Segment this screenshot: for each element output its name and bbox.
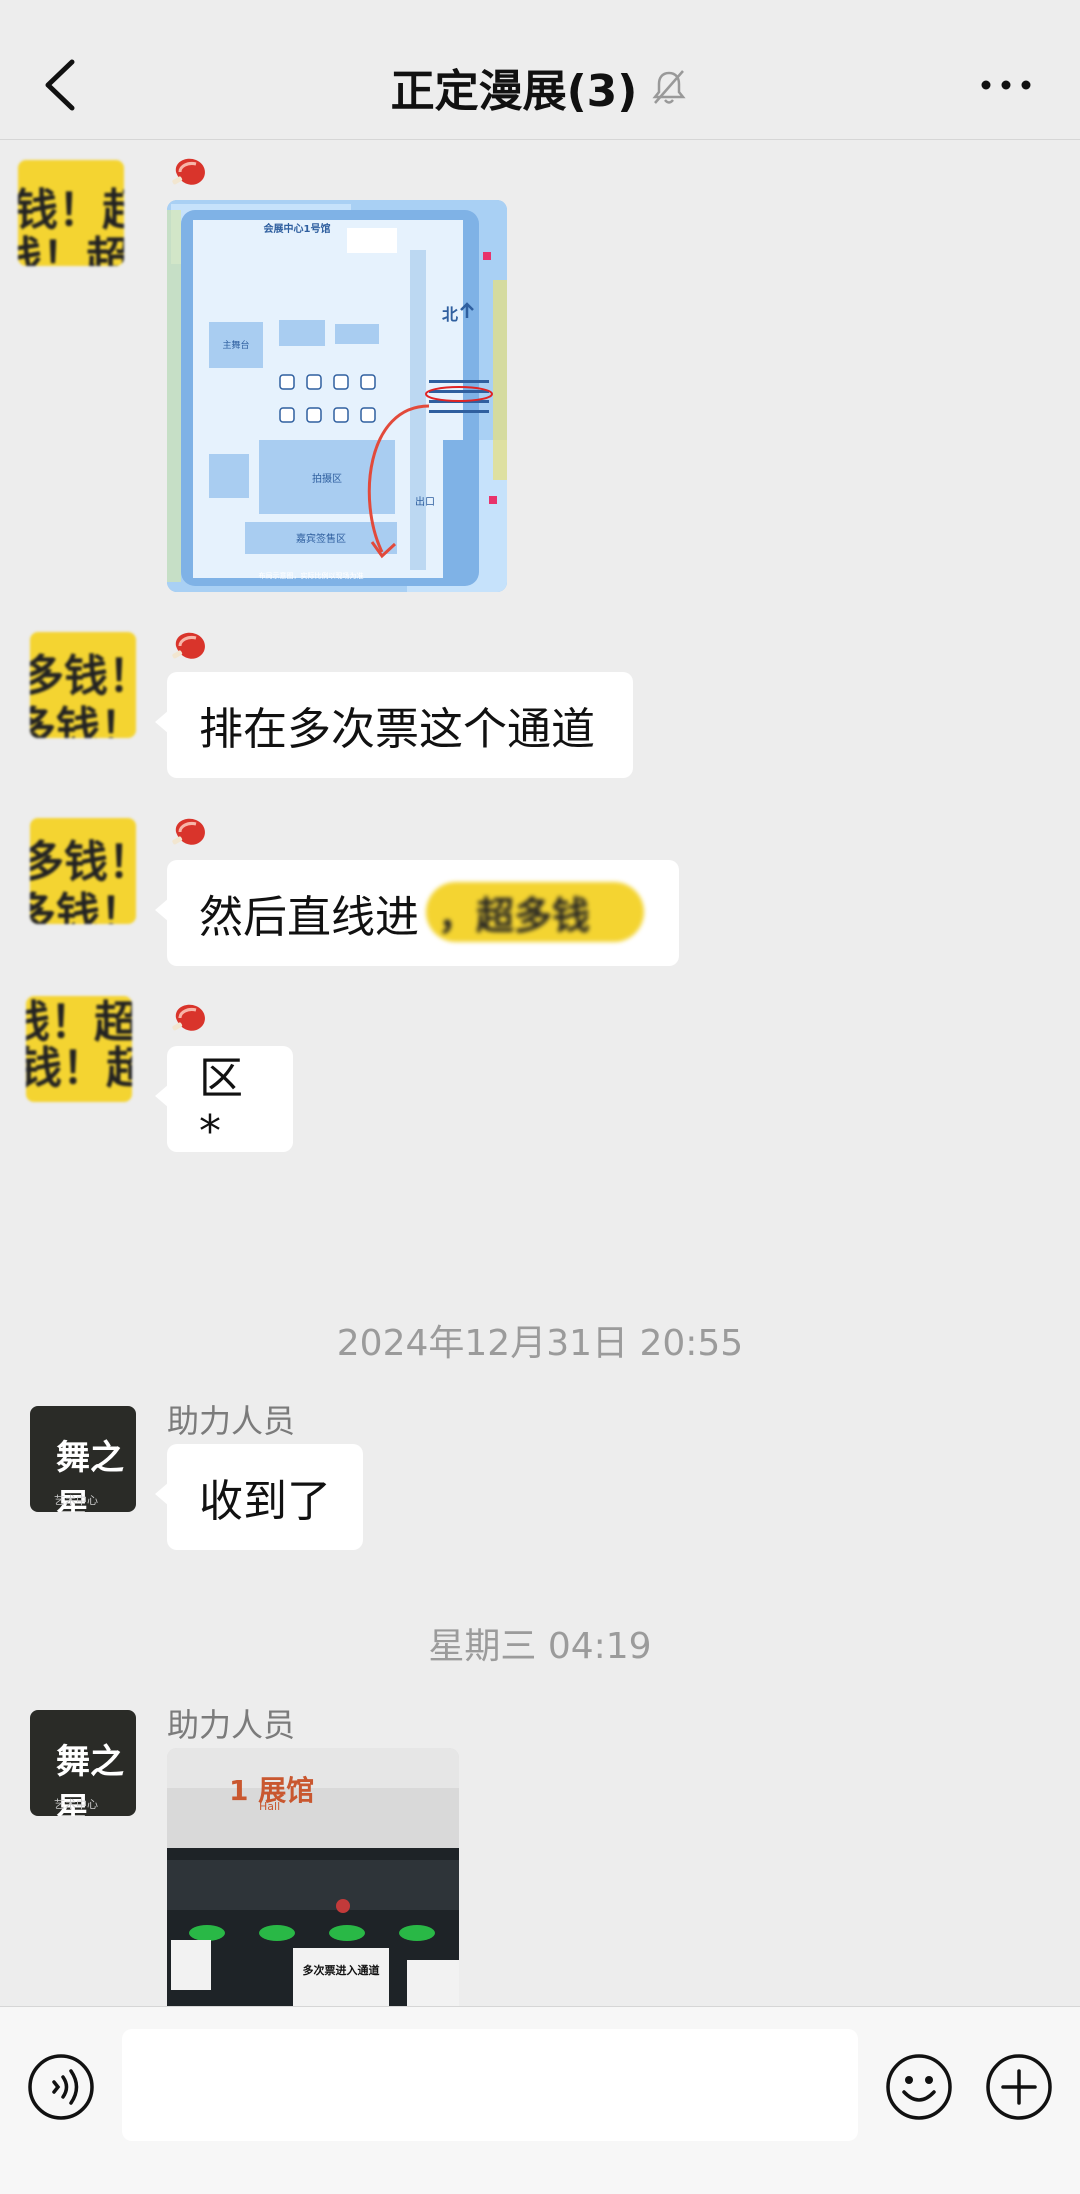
timestamp: 星期三 04:19 [428, 1626, 652, 1667]
hall-entrance-photo: 1 展馆 Hall 多次票进入通道 [167, 1748, 459, 2006]
chat-header: 正定漫展(3) [0, 0, 1080, 140]
message-input[interactable] [122, 2029, 858, 2141]
avatar-logo-sub: 艺术中心 [54, 1798, 98, 1811]
map-note: 布局示意图，实际比例以现场为准 [259, 571, 364, 580]
avatar-member[interactable]: 多钱！ 多钱！ [30, 818, 136, 924]
redaction-text: ，超多钱 [438, 893, 591, 938]
avatar-text: 多钱！ [30, 889, 136, 924]
message-text: 区* [199, 1052, 243, 1157]
avatar-member[interactable]: 钱！超 钱！超 [26, 996, 132, 1102]
avatar-helper[interactable]: 舞之星 艺术中心 [30, 1406, 136, 1512]
ellipsis-icon[interactable] [976, 70, 1036, 100]
avatar-text: 钱！超 [26, 997, 132, 1048]
message-bubble[interactable]: 收到了 [155, 1444, 363, 1550]
plus-circle-icon[interactable] [984, 2052, 1054, 2122]
photo-image[interactable]: 1 展馆 Hall 多次票进入通道 [167, 1748, 459, 2006]
sender-name: 助力人员 [167, 1706, 296, 1744]
meat-emoji-icon [172, 158, 205, 185]
photo-sign-text: 多次票进入通道 [303, 1963, 380, 1977]
emoji-icon[interactable] [884, 2052, 954, 2122]
meat-emoji-icon [172, 1004, 205, 1031]
message-bubble[interactable]: 排在多次票这个通道 [155, 672, 633, 778]
map-exit-label: 出口 [415, 495, 435, 508]
map-photo-label: 拍摄区 [312, 472, 342, 485]
timestamp: 2024年12月31日 20:55 [336, 1323, 744, 1364]
redaction-sticker: ，超多钱 [426, 882, 644, 942]
avatar-helper[interactable]: 舞之星 艺术中心 [30, 1710, 136, 1816]
voice-icon[interactable] [26, 2052, 96, 2122]
chat-title-wrap: 正定漫展(3) [0, 52, 1080, 122]
map-vip-label: 嘉宾签售区 [296, 532, 346, 545]
avatar-text: 多钱！ [30, 703, 136, 738]
avatar-text: 钱！超多 [18, 233, 124, 266]
avatar-logo-sub: 艺术中心 [54, 1494, 98, 1507]
map-image[interactable]: 会展中心1号馆 主舞台 拍摄区 嘉宾签售区 布局示意图，实际比例以现场为准 北 [167, 200, 507, 592]
sender-name: 助力人员 [167, 1402, 296, 1440]
photo-hall-en: Hall [259, 1800, 280, 1813]
meat-emoji-icon [172, 818, 205, 845]
bell-slash-icon [652, 70, 687, 104]
map-stage-label: 主舞台 [222, 339, 249, 351]
avatar-member[interactable]: 多钱！ 多钱！ [30, 632, 136, 738]
message-text: 然后直线进 [199, 892, 419, 943]
message-text: 排在多次票这个通道 [199, 704, 595, 755]
message-text: 收到了 [199, 1476, 331, 1527]
chat-title[interactable]: 正定漫展(3) [391, 55, 638, 119]
avatar-member[interactable]: 钱！超多 钱！超多 [18, 160, 124, 266]
map-north-label: 北 [442, 305, 458, 324]
input-bar [0, 2006, 1080, 2194]
map-hall-title: 会展中心1号馆 [264, 222, 331, 235]
venue-map-svg: 会展中心1号馆 主舞台 拍摄区 嘉宾签售区 布局示意图，实际比例以现场为准 北 [167, 200, 507, 592]
message-bubble[interactable]: 区* [155, 1046, 293, 1157]
meat-emoji-icon [172, 632, 205, 659]
